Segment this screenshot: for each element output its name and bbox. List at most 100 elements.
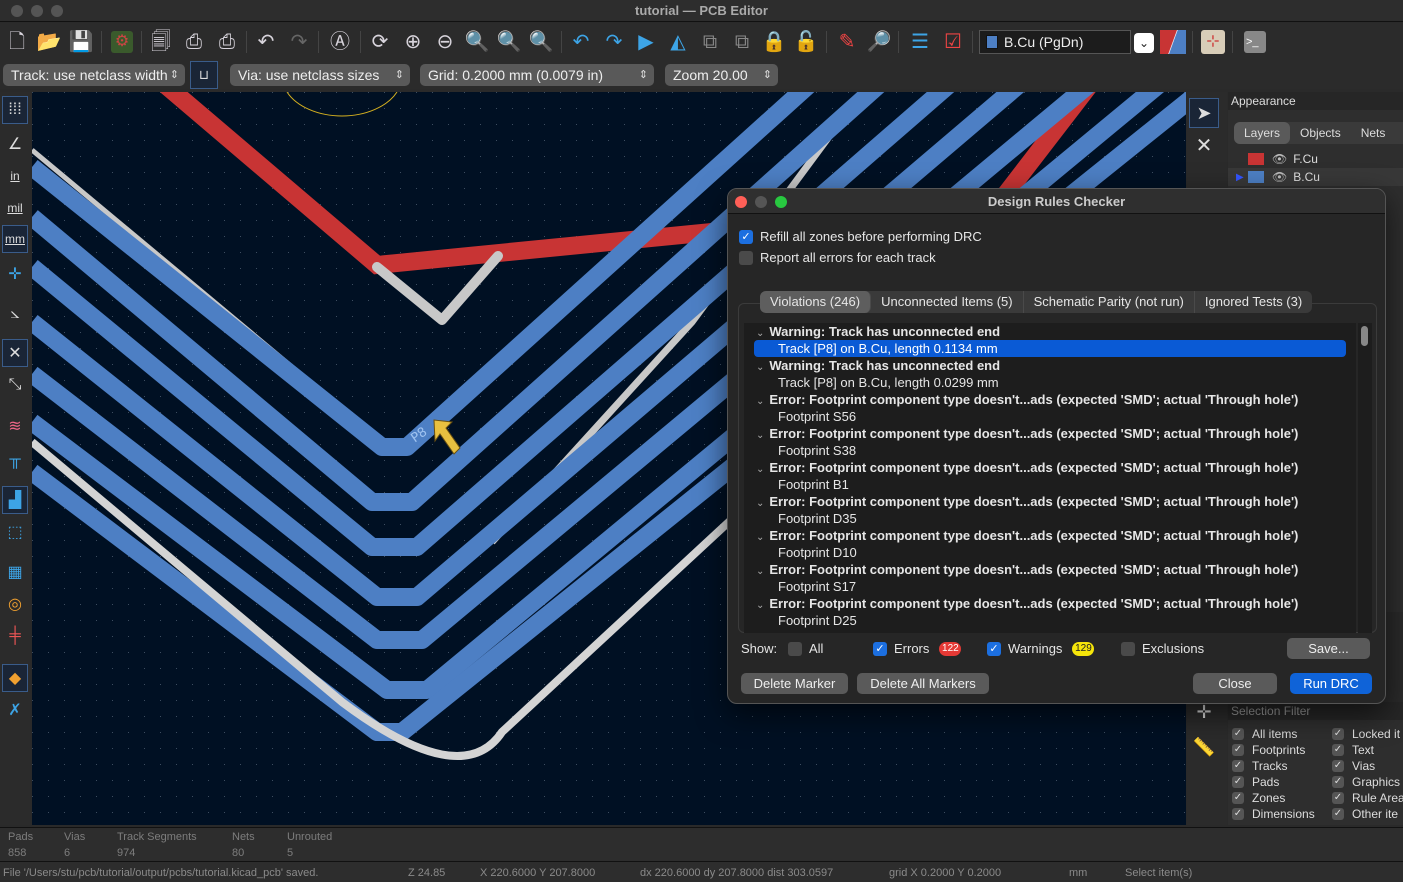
full-crosshair-icon[interactable]: ✛	[2, 260, 28, 288]
ungroup-icon[interactable]: ⧉	[729, 29, 755, 55]
zoom-dialog-button[interactable]	[775, 196, 787, 208]
grid-select[interactable]: Grid: 0.2000 mm (0.0079 in) ⇕	[420, 64, 654, 86]
ratsnest-icon[interactable]: ✕	[2, 339, 28, 367]
chevron-down-icon[interactable]: ⌄	[756, 362, 764, 373]
violation-heading[interactable]: ⌄ Error: Footprint component type doesn't…	[744, 493, 1356, 510]
tab-schematic-parity[interactable]: Schematic Parity (not run)	[1024, 291, 1195, 313]
filter-dimensions[interactable]: ✓ Dimensions	[1232, 806, 1315, 822]
via-size-select[interactable]: Via: use netclass sizes ⇕	[230, 64, 410, 86]
chevron-down-icon[interactable]: ⌄	[756, 600, 764, 611]
netlist-icon[interactable]: ☰	[907, 29, 933, 55]
polar-coords-icon[interactable]: ∠	[2, 130, 28, 158]
show-exclusions-checkbox[interactable]: Exclusions	[1121, 641, 1204, 656]
checkbox[interactable]: ✓	[1232, 776, 1244, 788]
eye-icon[interactable]: 👁	[1272, 170, 1287, 184]
local-ratsnest-icon[interactable]: ✕	[1189, 130, 1219, 160]
grid-icon[interactable]: ⁞⁞⁞	[2, 96, 28, 124]
layer-manager-icon[interactable]: ◆	[2, 664, 28, 692]
show-pads-icon[interactable]: ╥	[2, 446, 28, 474]
filter-zones[interactable]: ✓ Zones	[1232, 790, 1285, 806]
violation-heading[interactable]: ⌄ Error: Footprint component type doesn't…	[744, 561, 1356, 578]
violation-item[interactable]: Footprint B1	[744, 476, 1356, 493]
violation-item[interactable]: Track [P8] on B.Cu, length 0.0299 mm	[744, 374, 1356, 391]
board-setup-icon[interactable]: ⚙	[109, 29, 135, 55]
checkbox-unchecked[interactable]	[788, 641, 802, 656]
checkbox-checked[interactable]: ✓	[873, 641, 887, 656]
active-layer-select[interactable]: B.Cu (PgDn)	[979, 30, 1131, 54]
curved-ratsnest-icon[interactable]: ⤡	[2, 371, 28, 399]
tab-layers[interactable]: Layers	[1234, 122, 1291, 144]
update-pcb-icon[interactable]: ✎	[834, 29, 860, 55]
angle-snap-icon[interactable]: ⦣	[2, 300, 28, 328]
lock-icon[interactable]: 🔒	[761, 29, 787, 55]
filter-rule-areas[interactable]: ✓ Rule Area	[1332, 790, 1403, 806]
mils-icon[interactable]: mil	[2, 194, 28, 222]
footprint-browser-icon[interactable]: 🔎	[866, 29, 892, 55]
save-button[interactable]: Save...	[1287, 638, 1370, 659]
redo-icon[interactable]: ↷	[286, 29, 312, 55]
rotate-cw-icon[interactable]: ↷	[601, 29, 627, 55]
chevron-down-icon[interactable]: ⌄	[756, 396, 764, 407]
checkbox[interactable]: ✓	[1232, 760, 1244, 772]
violations-scrollbar[interactable]	[1358, 323, 1372, 633]
violation-heading[interactable]: ⌄ Warning: Track has unconnected end	[744, 323, 1356, 340]
violation-heading[interactable]: ⌄ Error: Footprint component type doesn't…	[744, 391, 1356, 408]
track-outline-icon[interactable]: ▦	[2, 558, 28, 586]
print-icon[interactable]: ⎙	[181, 29, 207, 55]
page-settings-icon[interactable]: 🗐	[148, 29, 174, 55]
checkbox[interactable]: ✓	[1332, 760, 1344, 772]
millimeters-icon[interactable]: mm	[2, 225, 28, 253]
violation-item[interactable]: Footprint S38	[744, 442, 1356, 459]
filter-vias[interactable]: ✓ Vias	[1332, 758, 1375, 774]
inches-icon[interactable]: in	[2, 162, 28, 190]
filter-footprints[interactable]: ✓ Footprints	[1232, 742, 1305, 758]
scrollbar-thumb[interactable]	[1361, 326, 1368, 346]
save-icon[interactable]: 💾	[68, 29, 94, 55]
checkbox-checked[interactable]: ✓	[987, 641, 1001, 656]
track-width-select[interactable]: Track: use netclass width ⇕	[3, 64, 185, 86]
select-tool-icon[interactable]: ➤	[1189, 98, 1219, 128]
checkbox[interactable]: ✓	[1232, 744, 1244, 756]
checkbox[interactable]: ✓	[1332, 792, 1344, 804]
violations-list[interactable]: ⌄ Warning: Track has unconnected end Track…	[744, 323, 1356, 633]
minimize-dialog-button[interactable]	[755, 196, 767, 208]
find-icon[interactable]: Ⓐ	[327, 29, 353, 55]
rotate-ccw-icon[interactable]: ↶	[568, 29, 594, 55]
drc-icon[interactable]: ☑	[940, 29, 966, 55]
auto-track-width-icon[interactable]: ⊔	[190, 61, 218, 89]
chevron-down-icon[interactable]: ⌄	[756, 430, 764, 441]
violation-item[interactable]: Footprint D35	[744, 510, 1356, 527]
filter-locked-items[interactable]: ✓ Locked it	[1332, 726, 1400, 742]
layer-pair-icon[interactable]	[1160, 29, 1186, 55]
layer-row-bcu[interactable]: ▶ 👁 B.Cu	[1228, 168, 1403, 186]
violation-heading[interactable]: ⌄ Error: Footprint component type doesn't…	[744, 459, 1356, 476]
group-icon[interactable]: ⧉	[697, 29, 723, 55]
violation-item[interactable]: Footprint S17	[744, 578, 1356, 595]
checkbox[interactable]: ✓	[1232, 808, 1244, 820]
violation-heading[interactable]: ⌄ Error: Footprint component type doesn't…	[744, 595, 1356, 612]
show-warnings-checkbox[interactable]: ✓ Warnings 129	[987, 641, 1095, 656]
filter-tracks[interactable]: ✓ Tracks	[1232, 758, 1288, 774]
checkbox[interactable]: ✓	[1332, 744, 1344, 756]
show-all-checkbox[interactable]: All	[788, 641, 823, 656]
fill-zones-icon[interactable]: ▟	[2, 486, 28, 514]
zoom-fit-icon[interactable]: 🔍	[464, 29, 490, 55]
chevron-down-icon[interactable]: ⌄	[756, 566, 764, 577]
delete-all-markers-button[interactable]: Delete All Markers	[857, 673, 989, 694]
chevron-down-icon[interactable]: ⌄	[756, 498, 764, 509]
filter-other-items[interactable]: ✓ Other ite	[1332, 806, 1398, 822]
zoom-out-icon[interactable]: ⊖	[432, 29, 458, 55]
checkbox[interactable]: ✓	[1332, 728, 1344, 740]
redraw-icon[interactable]: ⟳	[367, 29, 393, 55]
zoom-select[interactable]: Zoom 20.00 ⇕	[665, 64, 778, 86]
measure-icon[interactable]: 📏	[1189, 732, 1219, 762]
violation-item[interactable]: Footprint S56	[744, 408, 1356, 425]
new-board-icon[interactable]: 🗋	[4, 29, 30, 55]
tab-unconnected-items[interactable]: Unconnected Items (5)	[871, 291, 1024, 313]
violation-item[interactable]: Footprint D25	[744, 612, 1356, 629]
report-all-errors-checkbox[interactable]: Report all errors for each track	[739, 250, 936, 265]
via-outline-icon[interactable]: ◎	[2, 590, 28, 618]
violation-item-selected[interactable]: Track [P8] on B.Cu, length 0.1134 mm	[754, 340, 1346, 357]
mirror-icon[interactable]: ◭	[665, 29, 691, 55]
checkbox[interactable]: ✓	[1332, 808, 1344, 820]
